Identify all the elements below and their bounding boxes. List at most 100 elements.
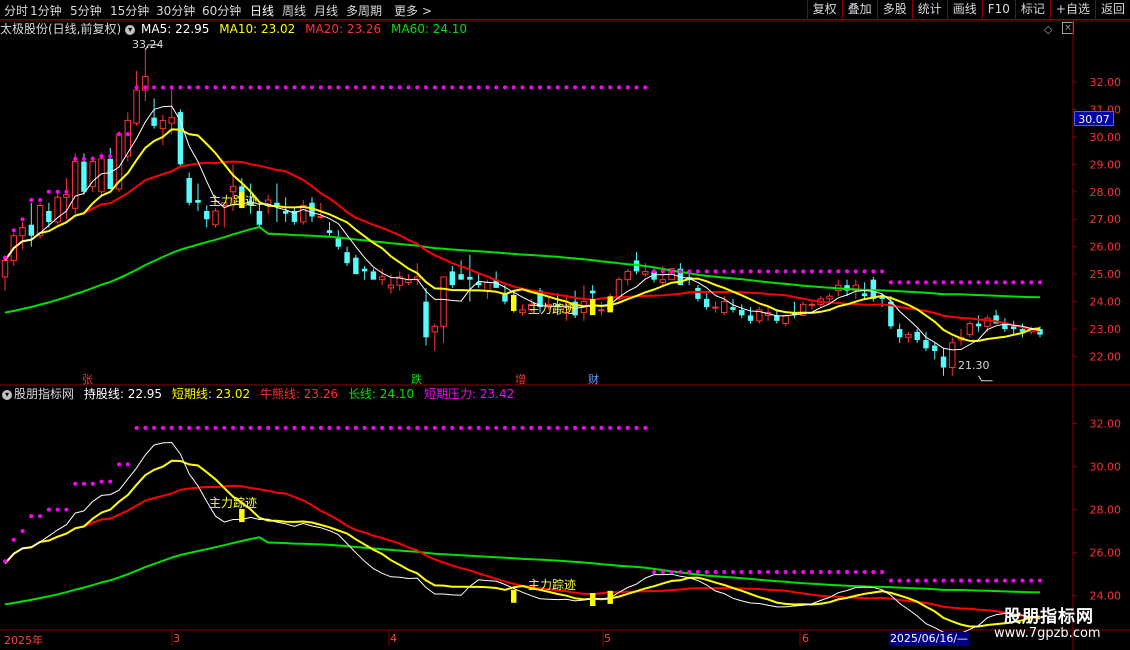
tab-5min[interactable]: 5分钟 bbox=[70, 2, 102, 19]
candle-body bbox=[291, 211, 298, 222]
multi-stock-button[interactable]: 多股 bbox=[876, 0, 912, 19]
pressure-dot bbox=[748, 269, 753, 274]
candle-body bbox=[511, 298, 517, 305]
mark-button[interactable]: 标记 bbox=[1014, 0, 1050, 19]
pressure-dot bbox=[160, 85, 165, 90]
candle-body bbox=[940, 356, 947, 368]
candle-body bbox=[502, 293, 508, 302]
add-watchlist-button[interactable]: +自选 bbox=[1049, 0, 1095, 19]
kline-chart[interactable]: 32.0031.0030.0029.0028.0027.0026.0025.00… bbox=[0, 0, 1130, 650]
pressure-dot bbox=[862, 570, 867, 575]
pressure-dot bbox=[169, 425, 174, 430]
candle-body bbox=[423, 301, 429, 338]
pressure-dot bbox=[371, 85, 376, 90]
dropdown-icon[interactable]: ▾ bbox=[125, 24, 136, 35]
axis-label: 30.00 bbox=[1090, 461, 1122, 474]
pressure-dot bbox=[169, 85, 174, 90]
candle-body bbox=[914, 331, 920, 341]
long-line bbox=[4, 536, 1041, 606]
pressure-dot bbox=[485, 85, 490, 90]
tab-daily[interactable]: 日线 bbox=[250, 2, 274, 19]
tab-15min[interactable]: 15分钟 bbox=[110, 2, 149, 19]
pressure-dot bbox=[301, 85, 306, 90]
overlay-button[interactable]: 叠加 bbox=[841, 0, 877, 19]
pressure-dot bbox=[950, 280, 955, 285]
pressure-dot bbox=[511, 425, 516, 430]
pressure-dot bbox=[3, 255, 7, 260]
pressure-dot bbox=[845, 570, 850, 575]
pressure-dot bbox=[634, 85, 639, 90]
pressure-dot bbox=[397, 85, 402, 90]
tab-30min[interactable]: 30分钟 bbox=[156, 2, 195, 19]
tab-1min[interactable]: 1分钟 bbox=[30, 2, 62, 19]
pressure-dot bbox=[932, 280, 937, 285]
candle-body bbox=[756, 309, 763, 322]
axis-label: 25.00 bbox=[1090, 268, 1122, 281]
pressure-dot bbox=[573, 85, 578, 90]
back-button[interactable]: 返回 bbox=[1094, 0, 1130, 19]
pressure-dot bbox=[880, 570, 885, 575]
dropdown-icon[interactable]: ▾ bbox=[2, 389, 12, 400]
pressure-dot bbox=[231, 425, 236, 430]
axis-label: 22.00 bbox=[1090, 351, 1122, 364]
pressure-dot bbox=[11, 228, 16, 233]
pressure-dot bbox=[722, 570, 727, 575]
candle-body bbox=[405, 279, 412, 283]
candle-body bbox=[888, 301, 894, 327]
track-marker bbox=[607, 296, 613, 313]
ma60-line bbox=[4, 225, 1041, 314]
bull-bear-label: 牛熊线: 23.26 bbox=[259, 387, 339, 401]
candle-body bbox=[414, 276, 421, 281]
tab-more[interactable]: 更多 > bbox=[394, 2, 432, 19]
pressure-dot bbox=[318, 85, 323, 90]
tab-weekly[interactable]: 周线 bbox=[282, 2, 306, 19]
ma5-label: MA5: 22.95 bbox=[141, 22, 210, 36]
pressure-dot bbox=[994, 280, 999, 285]
pressure-dot bbox=[906, 578, 911, 583]
tab-intraday[interactable]: 分时 bbox=[4, 2, 28, 19]
candle-body bbox=[142, 75, 149, 91]
pressure-dot bbox=[581, 85, 586, 90]
time-label-mar: 3 bbox=[173, 632, 180, 645]
draw-line-button[interactable]: 画线 bbox=[946, 0, 982, 19]
candle-body bbox=[747, 315, 754, 321]
close-icon[interactable]: × bbox=[1062, 22, 1074, 34]
pressure-dot bbox=[590, 425, 595, 430]
pressure-dot bbox=[64, 507, 69, 512]
candle-body bbox=[932, 345, 938, 352]
restore-rights-button[interactable]: 复权 bbox=[806, 0, 842, 19]
marker-limit-up: 张 bbox=[82, 373, 93, 386]
statistics-button[interactable]: 统计 bbox=[911, 0, 947, 19]
pressure-dot bbox=[766, 570, 771, 575]
pressure-dot bbox=[520, 85, 525, 90]
pressure-dot bbox=[406, 85, 411, 90]
candle-body bbox=[71, 161, 79, 209]
candle-body bbox=[896, 329, 903, 338]
candle-body bbox=[98, 158, 105, 193]
pressure-dot bbox=[213, 85, 218, 90]
pressure-dot bbox=[573, 425, 578, 430]
f10-button[interactable]: F10 bbox=[981, 0, 1015, 19]
candle-body bbox=[817, 298, 824, 305]
pressure-dot bbox=[502, 425, 507, 430]
pressure-dot bbox=[669, 570, 674, 575]
tab-monthly[interactable]: 月线 bbox=[314, 2, 338, 19]
diamond-icon[interactable]: ◇ bbox=[1044, 23, 1052, 36]
candle-body bbox=[229, 185, 237, 193]
pressure-dot bbox=[774, 269, 779, 274]
pressure-dot bbox=[608, 425, 613, 430]
candle-body bbox=[396, 276, 403, 286]
track-marker bbox=[589, 299, 596, 316]
pressure-dot bbox=[757, 570, 762, 575]
pressure-dot bbox=[20, 217, 25, 222]
tab-multi-period[interactable]: 多周期 bbox=[346, 2, 382, 19]
pressure-dot bbox=[362, 425, 367, 430]
ma60-label: MA60: 24.10 bbox=[391, 22, 468, 36]
tab-60min[interactable]: 60分钟 bbox=[202, 2, 241, 19]
pressure-dot bbox=[880, 269, 885, 274]
pressure-dot bbox=[555, 85, 560, 90]
candle-body bbox=[651, 271, 657, 280]
track-label-main: 主力踪迹 bbox=[209, 194, 258, 208]
pressure-dot bbox=[616, 85, 621, 90]
pressure-dot bbox=[669, 269, 674, 274]
